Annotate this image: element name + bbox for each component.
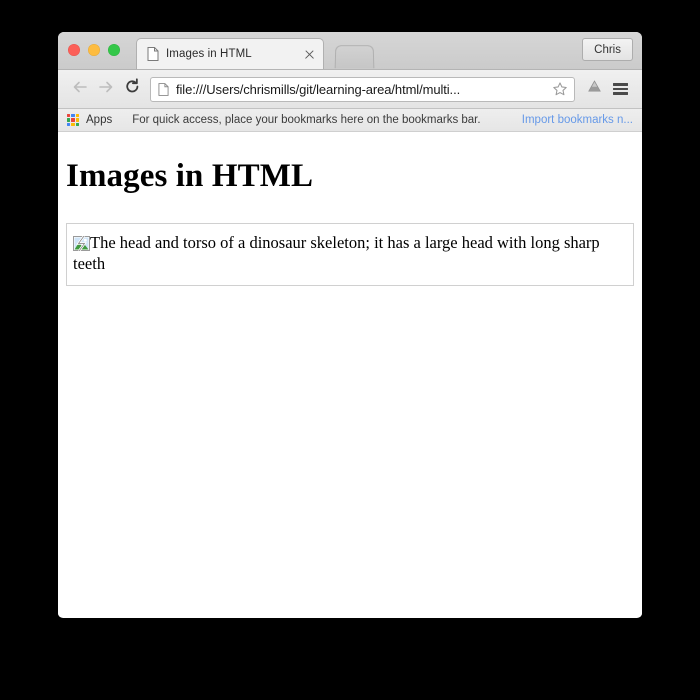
image-alt-text: The head and torso of a dinosaur skeleto… xyxy=(73,233,600,273)
hamburger-menu-icon xyxy=(612,83,628,95)
back-button[interactable] xyxy=(67,76,93,102)
apps-cell xyxy=(71,114,75,118)
browser-toolbar: file:///Users/chrismills/git/learning-ar… xyxy=(58,70,642,109)
forward-button[interactable] xyxy=(93,76,119,102)
page-title: Images in HTML xyxy=(66,158,314,194)
apps-cell xyxy=(67,118,71,122)
close-window-button[interactable] xyxy=(68,44,80,56)
google-drive-button[interactable] xyxy=(581,76,607,102)
address-bar-url: file:///Users/chrismills/git/learning-ar… xyxy=(176,81,461,97)
bookmarks-bar: Apps For quick access, place your bookma… xyxy=(58,109,642,132)
browser-menu-button[interactable] xyxy=(607,76,633,102)
import-bookmarks-link[interactable]: Import bookmarks n... xyxy=(522,114,633,126)
apps-cell xyxy=(67,114,71,118)
apps-cell xyxy=(67,122,71,126)
apps-grid-icon[interactable] xyxy=(67,114,79,126)
reload-button[interactable] xyxy=(119,76,145,102)
apps-cell xyxy=(71,122,75,126)
apps-cell xyxy=(75,118,79,122)
maximize-window-button[interactable] xyxy=(108,44,120,56)
page-icon xyxy=(158,82,169,96)
forward-arrow-icon xyxy=(97,78,115,101)
profile-button[interactable]: Chris xyxy=(582,38,633,61)
apps-label[interactable]: Apps xyxy=(86,114,112,126)
image-container: The head and torso of a dinosaur skeleto… xyxy=(66,223,634,287)
bookmark-star-icon[interactable] xyxy=(551,80,569,98)
apps-cell xyxy=(75,114,79,118)
profile-name-label: Chris xyxy=(594,43,621,56)
broken-image-block: The head and torso of a dinosaur skeleto… xyxy=(73,233,623,274)
tab-title: Images in HTML xyxy=(166,48,252,60)
apps-cell xyxy=(71,118,75,122)
tab-strip: Images in HTML Chris xyxy=(58,32,642,70)
apps-cell xyxy=(75,122,79,126)
address-bar[interactable]: file:///Users/chrismills/git/learning-ar… xyxy=(150,76,575,102)
page-icon xyxy=(147,47,159,61)
window-traffic-lights xyxy=(68,44,120,56)
reload-icon xyxy=(124,78,141,100)
page-viewport: Images in HTML The head and torso of a d… xyxy=(58,132,642,617)
close-icon[interactable] xyxy=(302,47,317,62)
browser-window: Images in HTML Chris file:///Users/chris… xyxy=(58,32,642,618)
minimize-window-button[interactable] xyxy=(88,44,100,56)
broken-image-icon xyxy=(73,235,90,252)
browser-tab-active[interactable]: Images in HTML xyxy=(136,38,324,69)
google-drive-icon xyxy=(586,78,603,100)
new-tab-button[interactable] xyxy=(334,45,375,69)
back-arrow-icon xyxy=(71,78,89,101)
bookmarks-hint-text: For quick access, place your bookmarks h… xyxy=(132,114,481,126)
